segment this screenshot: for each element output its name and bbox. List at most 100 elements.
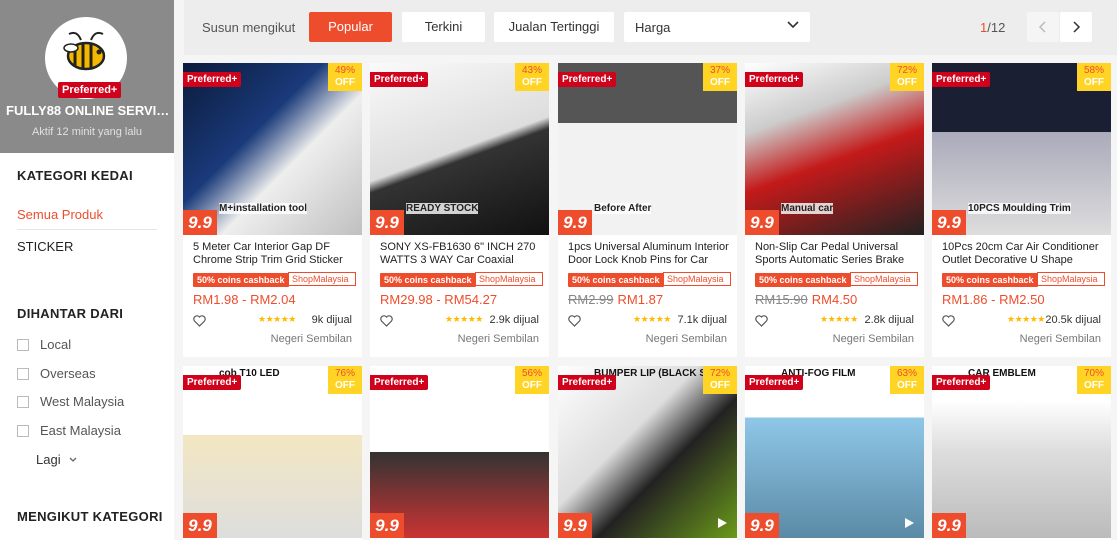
- seller-location: Negeri Sembilan: [1019, 333, 1101, 345]
- checkbox[interactable]: [17, 395, 29, 408]
- discount-percent: 63%: [896, 368, 917, 379]
- discount-off-label: OFF: [335, 380, 355, 391]
- product-card[interactable]: Before After Preferred+ 37% OFF 9.9 1pcs Univ…: [558, 63, 737, 357]
- sort-latest-button[interactable]: Terkini: [402, 12, 485, 42]
- seller-location: Negeri Sembilan: [832, 333, 914, 345]
- product-name[interactable]: SONY XS-FB1630 6" INCH 270 WATTS 3 WAY C…: [380, 241, 542, 267]
- prev-page-button[interactable]: [1027, 12, 1059, 42]
- filter-east-malaysia[interactable]: East Malaysia: [17, 423, 121, 438]
- next-page-button[interactable]: [1060, 12, 1092, 42]
- image-caption: 10PCS Moulding Trim: [968, 203, 1071, 214]
- page-total: /12: [987, 20, 1006, 35]
- sold-count: 9k dijual: [311, 314, 352, 326]
- shop-malaysia-tag: ShopMalaysia: [663, 272, 731, 286]
- promo-9-9-badge: 9.9: [370, 513, 404, 538]
- product-card[interactable]: 10PCS Moulding Trim Preferred+ 58% OFF 9.9 10…: [932, 63, 1111, 357]
- product-card[interactable]: Manual car Preferred+ 72% OFF 9.9 Non-Slip Ca…: [745, 63, 924, 357]
- image-caption: Before After: [594, 203, 652, 214]
- preferred-plus-badge: Preferred+: [745, 72, 804, 87]
- preferred-plus-badge: Preferred+: [58, 82, 122, 98]
- video-play-icon: [718, 518, 727, 528]
- shop-malaysia-tag: ShopMalaysia: [288, 272, 356, 286]
- heart-icon[interactable]: [568, 315, 581, 327]
- shop-malaysia-tag: ShopMalaysia: [850, 272, 918, 286]
- discount-percent: 76%: [334, 368, 355, 379]
- sold-count: 7.1k dijual: [677, 314, 727, 326]
- product-name[interactable]: 1pcs Universal Aluminum Interior Door Lo…: [568, 241, 730, 267]
- product-name[interactable]: 5 Meter Car Interior Gap DF Chrome Strip…: [193, 241, 355, 267]
- discount-off-label: OFF: [522, 380, 542, 391]
- product-price: RM29.98 - RM54.27: [380, 292, 497, 307]
- checkbox[interactable]: [17, 367, 29, 380]
- product-card[interactable]: cob T10 LED Preferred+ 76% OFF 9.9: [183, 366, 362, 540]
- product-card[interactable]: READY STOCK Preferred+ 43% OFF 9.9 SONY XS-FB…: [370, 63, 549, 357]
- product-name[interactable]: 10Pcs 20cm Car Air Conditioner Outlet De…: [942, 241, 1104, 267]
- discount-badge: 58% OFF: [1077, 63, 1111, 91]
- filter-local[interactable]: Local: [17, 337, 71, 352]
- promo-9-9-badge: 9.9: [745, 513, 779, 538]
- discount-badge: 63% OFF: [890, 366, 924, 394]
- original-price: RM2.99: [568, 292, 614, 307]
- product-price: RM1.98 - RM2.04: [193, 292, 296, 307]
- product-card[interactable]: ANTI-FOG FILM Preferred+ 63% OFF 9.9: [745, 366, 924, 540]
- discount-badge: 72% OFF: [703, 366, 737, 394]
- preferred-plus-badge: Preferred+: [745, 375, 804, 390]
- product-card[interactable]: CAR EMBLEM Preferred+ 70% OFF 9.9: [932, 366, 1111, 540]
- promo-9-9-badge: 9.9: [183, 513, 217, 538]
- discount-off-label: OFF: [522, 77, 542, 88]
- filter-label: East Malaysia: [40, 423, 121, 438]
- discount-percent: 72%: [896, 65, 917, 76]
- promo-9-9-badge: 9.9: [370, 210, 404, 235]
- sort-popular-button[interactable]: Popular: [309, 12, 392, 42]
- sidebar-item-all-products[interactable]: Semua Produk: [17, 207, 103, 222]
- shipped-from-title: DIHANTAR DARI: [17, 306, 124, 321]
- heart-icon[interactable]: [380, 315, 393, 327]
- rating-stars: ★★★★★: [820, 314, 858, 324]
- shop-malaysia-tag: ShopMalaysia: [1037, 272, 1105, 286]
- checkbox[interactable]: [17, 338, 29, 351]
- chevron-left-icon: [1038, 21, 1046, 33]
- discount-badge: 49% OFF: [328, 63, 362, 91]
- filter-label: Local: [40, 337, 72, 352]
- product-card[interactable]: Preferred+ 56% OFF 9.9: [370, 366, 549, 540]
- coins-cashback-tag: 50% coins cashback: [193, 273, 289, 287]
- discount-off-label: OFF: [897, 77, 917, 88]
- discount-off-label: OFF: [710, 380, 730, 391]
- preferred-plus-badge: Preferred+: [932, 72, 991, 87]
- filter-west-malaysia[interactable]: West Malaysia: [17, 394, 124, 409]
- discount-badge: 37% OFF: [703, 63, 737, 91]
- filter-label: Overseas: [40, 366, 96, 381]
- shop-banner[interactable]: Preferred+ FULLY88 ONLINE SERVICES Aktif…: [0, 0, 174, 153]
- preferred-plus-badge: Preferred+: [370, 375, 429, 390]
- sort-top-sales-button[interactable]: Jualan Tertinggi: [494, 12, 614, 42]
- product-price: RM2.99 RM1.87: [568, 292, 663, 307]
- original-price: RM15.90: [755, 292, 808, 307]
- rating-stars: ★★★★★: [633, 314, 671, 324]
- product-card[interactable]: BUMPER LIP (BLACK SERIES) Preferred+ 72% OF…: [558, 366, 737, 540]
- discount-percent: 49%: [334, 65, 355, 76]
- heart-icon[interactable]: [942, 315, 955, 327]
- image-caption: M+installation tool: [219, 203, 308, 214]
- discount-percent: 37%: [709, 65, 730, 76]
- sidebar-item-sticker[interactable]: STICKER: [17, 239, 73, 254]
- promo-9-9-badge: 9.9: [558, 513, 592, 538]
- heart-icon[interactable]: [755, 315, 768, 327]
- discount-percent: 72%: [709, 368, 730, 379]
- product-card[interactable]: M+installation tool Preferred+ 49% OFF 9.9 5 …: [183, 63, 362, 357]
- shop-name[interactable]: FULLY88 ONLINE SERVICES: [6, 103, 171, 118]
- preferred-plus-badge: Preferred+: [932, 375, 991, 390]
- discount-off-label: OFF: [1084, 380, 1104, 391]
- coins-cashback-tag: 50% coins cashback: [755, 273, 851, 287]
- heart-icon[interactable]: [193, 315, 206, 327]
- chevron-right-icon: [1073, 21, 1081, 33]
- price-sort-select[interactable]: Harga: [624, 12, 810, 42]
- checkbox[interactable]: [17, 424, 29, 437]
- more-filters-button[interactable]: Lagi: [36, 452, 78, 467]
- filter-overseas[interactable]: Overseas: [17, 366, 96, 381]
- current-price: RM1.86 - RM2.50: [942, 292, 1045, 307]
- product-name[interactable]: Non-Slip Car Pedal Universal Sports Auto…: [755, 241, 917, 267]
- discount-percent: 43%: [521, 65, 542, 76]
- discount-off-label: OFF: [335, 77, 355, 88]
- bee-logo-icon: [63, 31, 106, 71]
- more-label: Lagi: [36, 452, 61, 467]
